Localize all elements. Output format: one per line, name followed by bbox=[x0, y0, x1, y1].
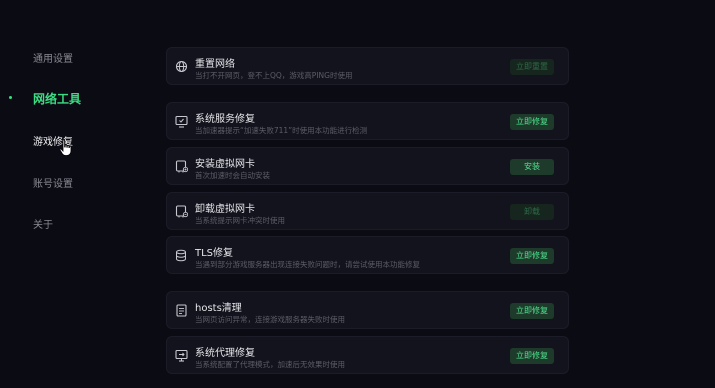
card-description: 当网页访问异常，连接游戏服务器失败时使用 bbox=[195, 315, 345, 324]
sidebar-item-about[interactable]: 关于 bbox=[33, 216, 53, 231]
sidebar-item-general-settings[interactable]: 通用设置 bbox=[33, 50, 73, 65]
sidebar-item-network-tools[interactable]: 网络工具 bbox=[33, 90, 81, 107]
card-uninstall-virtual-nic: 卸载虚拟网卡 当系统提示网卡冲突时使用 卸载 bbox=[166, 192, 569, 230]
card-title: 系统代理修复 bbox=[195, 348, 255, 359]
sidebar: 通用设置 网络工具 游戏修复 账号设置 关于 bbox=[0, 0, 150, 388]
card-reset-network: 重置网络 当打不开网页，登不上QQ，游戏高PING时使用 立即重置 bbox=[166, 47, 569, 85]
install-button[interactable]: 安装 bbox=[510, 159, 554, 175]
card-install-virtual-nic: 安装虚拟网卡 首次加速时会自动安装 安装 bbox=[166, 147, 569, 185]
globe-icon bbox=[175, 60, 188, 73]
network-card-remove-icon bbox=[175, 205, 188, 218]
card-description: 当遇到部分游戏服务器出现连接失败问题时，请尝试使用本功能修复 bbox=[195, 260, 420, 269]
reset-now-button[interactable]: 立即重置 bbox=[510, 59, 554, 75]
proxy-monitor-icon bbox=[175, 349, 188, 362]
card-tls-repair: TLS修复 当遇到部分游戏服务器出现连接失败问题时，请尝试使用本功能修复 立即修… bbox=[166, 236, 569, 274]
service-monitor-icon bbox=[175, 115, 188, 128]
card-system-proxy-repair: 系统代理修复 当系统配置了代理模式，加速后无效果时使用 立即修复 bbox=[166, 336, 569, 374]
uninstall-button[interactable]: 卸载 bbox=[510, 204, 554, 220]
repair-now-button[interactable]: 立即修复 bbox=[510, 114, 554, 130]
hosts-file-icon bbox=[176, 304, 187, 317]
card-description: 当系统配置了代理模式，加速后无效果时使用 bbox=[195, 360, 345, 369]
repair-now-button[interactable]: 立即修复 bbox=[510, 348, 554, 364]
card-hosts-cleanup: hosts清理 当网页访问异常，连接游戏服务器失败时使用 立即修复 bbox=[166, 291, 569, 329]
card-title: 安装虚拟网卡 bbox=[195, 159, 255, 170]
card-description: 当加速器提示“加速失败711”时使用本功能进行检测 bbox=[195, 126, 368, 135]
hand-cursor-icon bbox=[59, 139, 72, 156]
repair-now-button[interactable]: 立即修复 bbox=[510, 248, 554, 264]
card-system-service-repair: 系统服务修复 当加速器提示“加速失败711”时使用本功能进行检测 立即修复 bbox=[166, 102, 569, 140]
card-title: 卸载虚拟网卡 bbox=[195, 204, 255, 215]
card-description: 当系统提示网卡冲突时使用 bbox=[195, 216, 285, 225]
card-title: 重置网络 bbox=[195, 59, 235, 70]
network-card-add-icon bbox=[175, 160, 188, 173]
repair-now-button[interactable]: 立即修复 bbox=[510, 303, 554, 319]
card-title: TLS修复 bbox=[195, 248, 234, 259]
card-title: hosts清理 bbox=[195, 303, 242, 314]
card-description: 首次加速时会自动安装 bbox=[195, 171, 270, 180]
active-indicator-dot bbox=[9, 96, 12, 99]
sidebar-item-account-settings[interactable]: 账号设置 bbox=[33, 175, 73, 190]
card-description: 当打不开网页，登不上QQ，游戏高PING时使用 bbox=[195, 71, 353, 80]
card-title: 系统服务修复 bbox=[195, 114, 255, 125]
tls-database-icon bbox=[176, 249, 186, 262]
